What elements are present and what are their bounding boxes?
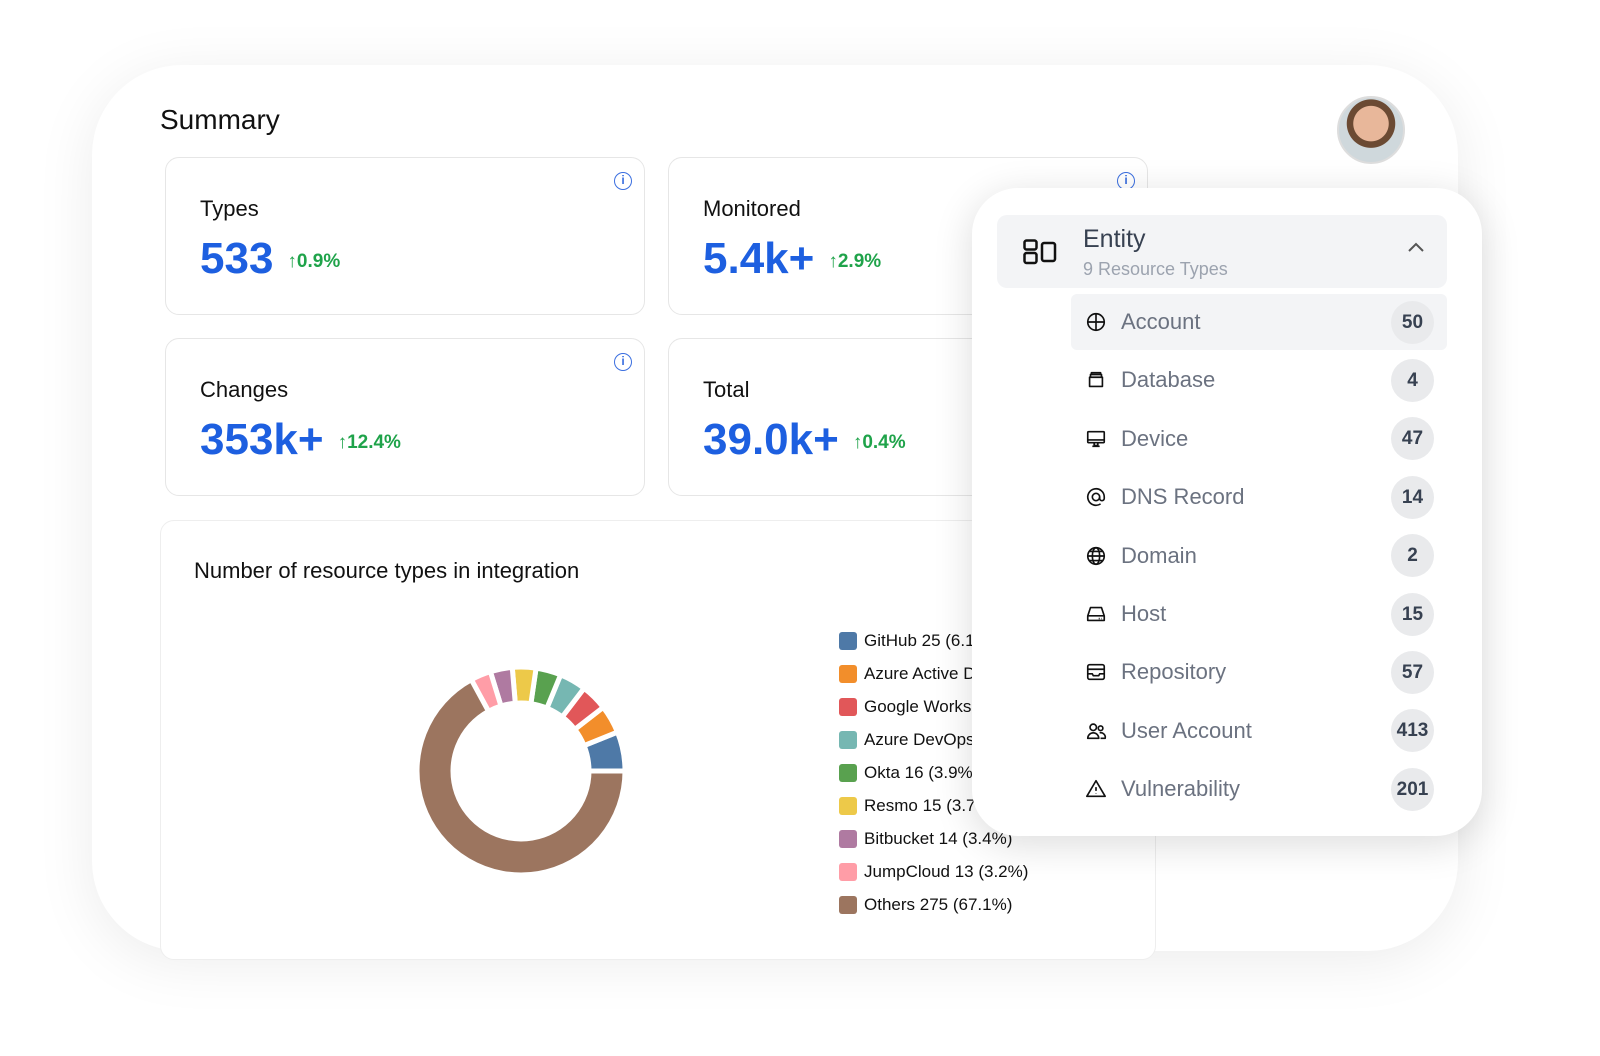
entity-item-count: 57 (1391, 650, 1434, 694)
card-value: 39.0k+ (703, 415, 839, 464)
card-change: 12.4% (347, 432, 401, 453)
users-icon (1084, 719, 1108, 743)
entity-panel: Entity 9 Resource Types Account 50 Datab… (972, 188, 1482, 836)
summary-card-changes: i Changes 353k+ ↑12.4% (165, 338, 645, 496)
card-change: 0.9% (296, 251, 341, 272)
card-value: 5.4k+ (703, 234, 815, 283)
card-change: 0.4% (862, 432, 906, 453)
info-icon[interactable]: i (614, 353, 632, 371)
entity-item-label: Host (1121, 601, 1167, 626)
card-label: Total (703, 377, 750, 402)
entity-item-database[interactable]: Database 4 (1071, 352, 1447, 408)
entity-item-repository[interactable]: Repository 57 (1071, 644, 1447, 700)
entity-item-count: 15 (1391, 592, 1434, 636)
legend-item[interactable]: JumpCloud 13 (3.2%) (839, 855, 1028, 888)
legend-swatch (839, 730, 857, 749)
entity-item-label: Vulnerability (1121, 776, 1241, 802)
entity-item-label: Repository (1121, 659, 1227, 685)
legend-swatch (839, 862, 857, 881)
entity-item-count: 47 (1391, 417, 1434, 461)
card-value: 533 (200, 234, 274, 283)
donut-chart (414, 664, 628, 878)
arrow-up-icon: ↑ (828, 251, 838, 272)
entity-item-label: Database (1121, 367, 1216, 393)
legend-swatch (839, 631, 857, 650)
entity-item-dns-record[interactable]: DNS Record 14 (1071, 469, 1447, 525)
legend-label: Okta 16 (3.9%) (864, 762, 979, 782)
summary-card-types: i Types 533 ↑0.9% (165, 157, 645, 315)
arrow-up-icon: ↑ (287, 251, 297, 272)
entity-item-label: Account (1121, 309, 1201, 334)
entity-item-label: DNS Record (1121, 484, 1245, 510)
entity-item-count: 14 (1391, 475, 1434, 519)
legend-swatch (839, 664, 857, 683)
hard-drive-icon (1084, 602, 1108, 626)
card-change: 2.9% (837, 251, 882, 272)
arrow-up-icon: ↑ (852, 432, 863, 453)
database-icon (1084, 368, 1108, 392)
entity-item-count: 201 (1391, 767, 1434, 811)
avatar[interactable] (1337, 96, 1405, 164)
archive-icon (1084, 660, 1108, 684)
warning-icon (1084, 777, 1108, 801)
legend-swatch (839, 796, 857, 815)
card-label: Monitored (703, 196, 801, 221)
entity-item-host[interactable]: Host 15 (1071, 586, 1447, 642)
entity-item-label: User Account (1121, 717, 1252, 743)
arrow-up-icon: ↑ (337, 432, 348, 453)
entity-item-vulnerability[interactable]: Vulnerability 201 (1071, 761, 1447, 817)
entity-title: Entity (1083, 225, 1146, 253)
page-title: Summary (160, 104, 280, 135)
at-sign-icon (1084, 485, 1108, 509)
info-icon[interactable]: i (614, 172, 632, 190)
globe-grid-icon (1084, 544, 1108, 568)
legend-label: Bitbucket 14 (3.4%) (864, 828, 1013, 848)
legend-label: Azure Active D (864, 663, 976, 683)
layout-icon (1023, 239, 1057, 265)
entity-header[interactable]: Entity 9 Resource Types (997, 215, 1447, 288)
chart-title: Number of resource types in integration (194, 558, 580, 583)
entity-subtitle: 9 Resource Types (1083, 259, 1228, 279)
legend-swatch (839, 763, 857, 782)
globe-icon (1084, 310, 1108, 334)
card-label: Changes (200, 377, 289, 402)
entity-item-account[interactable]: Account 50 (1071, 294, 1447, 350)
entity-item-device[interactable]: Device 47 (1071, 411, 1447, 467)
legend-label: Others 275 (67.1%) (864, 894, 1013, 914)
entity-item-count: 2 (1391, 534, 1434, 578)
card-value: 353k+ (200, 415, 324, 464)
entity-item-label: Device (1121, 425, 1189, 451)
legend-swatch (839, 697, 857, 716)
entity-item-label: Domain (1121, 542, 1197, 568)
entity-item-count: 4 (1391, 358, 1434, 402)
entity-item-user-account[interactable]: User Account 413 (1071, 703, 1447, 759)
entity-item-count: 50 (1391, 300, 1434, 344)
legend-label: JumpCloud 13 (3.2%) (864, 861, 1029, 881)
chevron-up-icon[interactable] (1407, 241, 1425, 253)
entity-item-domain[interactable]: Domain 2 (1071, 528, 1447, 584)
monitor-icon (1084, 427, 1108, 451)
legend-label: Google Works (864, 696, 972, 716)
legend-swatch (839, 895, 857, 914)
legend-item[interactable]: Others 275 (67.1%) (839, 888, 1028, 921)
entity-item-count: 413 (1391, 709, 1434, 753)
card-label: Types (200, 196, 259, 221)
legend-swatch (839, 829, 857, 848)
legend-label: Azure DevOps (864, 729, 975, 749)
